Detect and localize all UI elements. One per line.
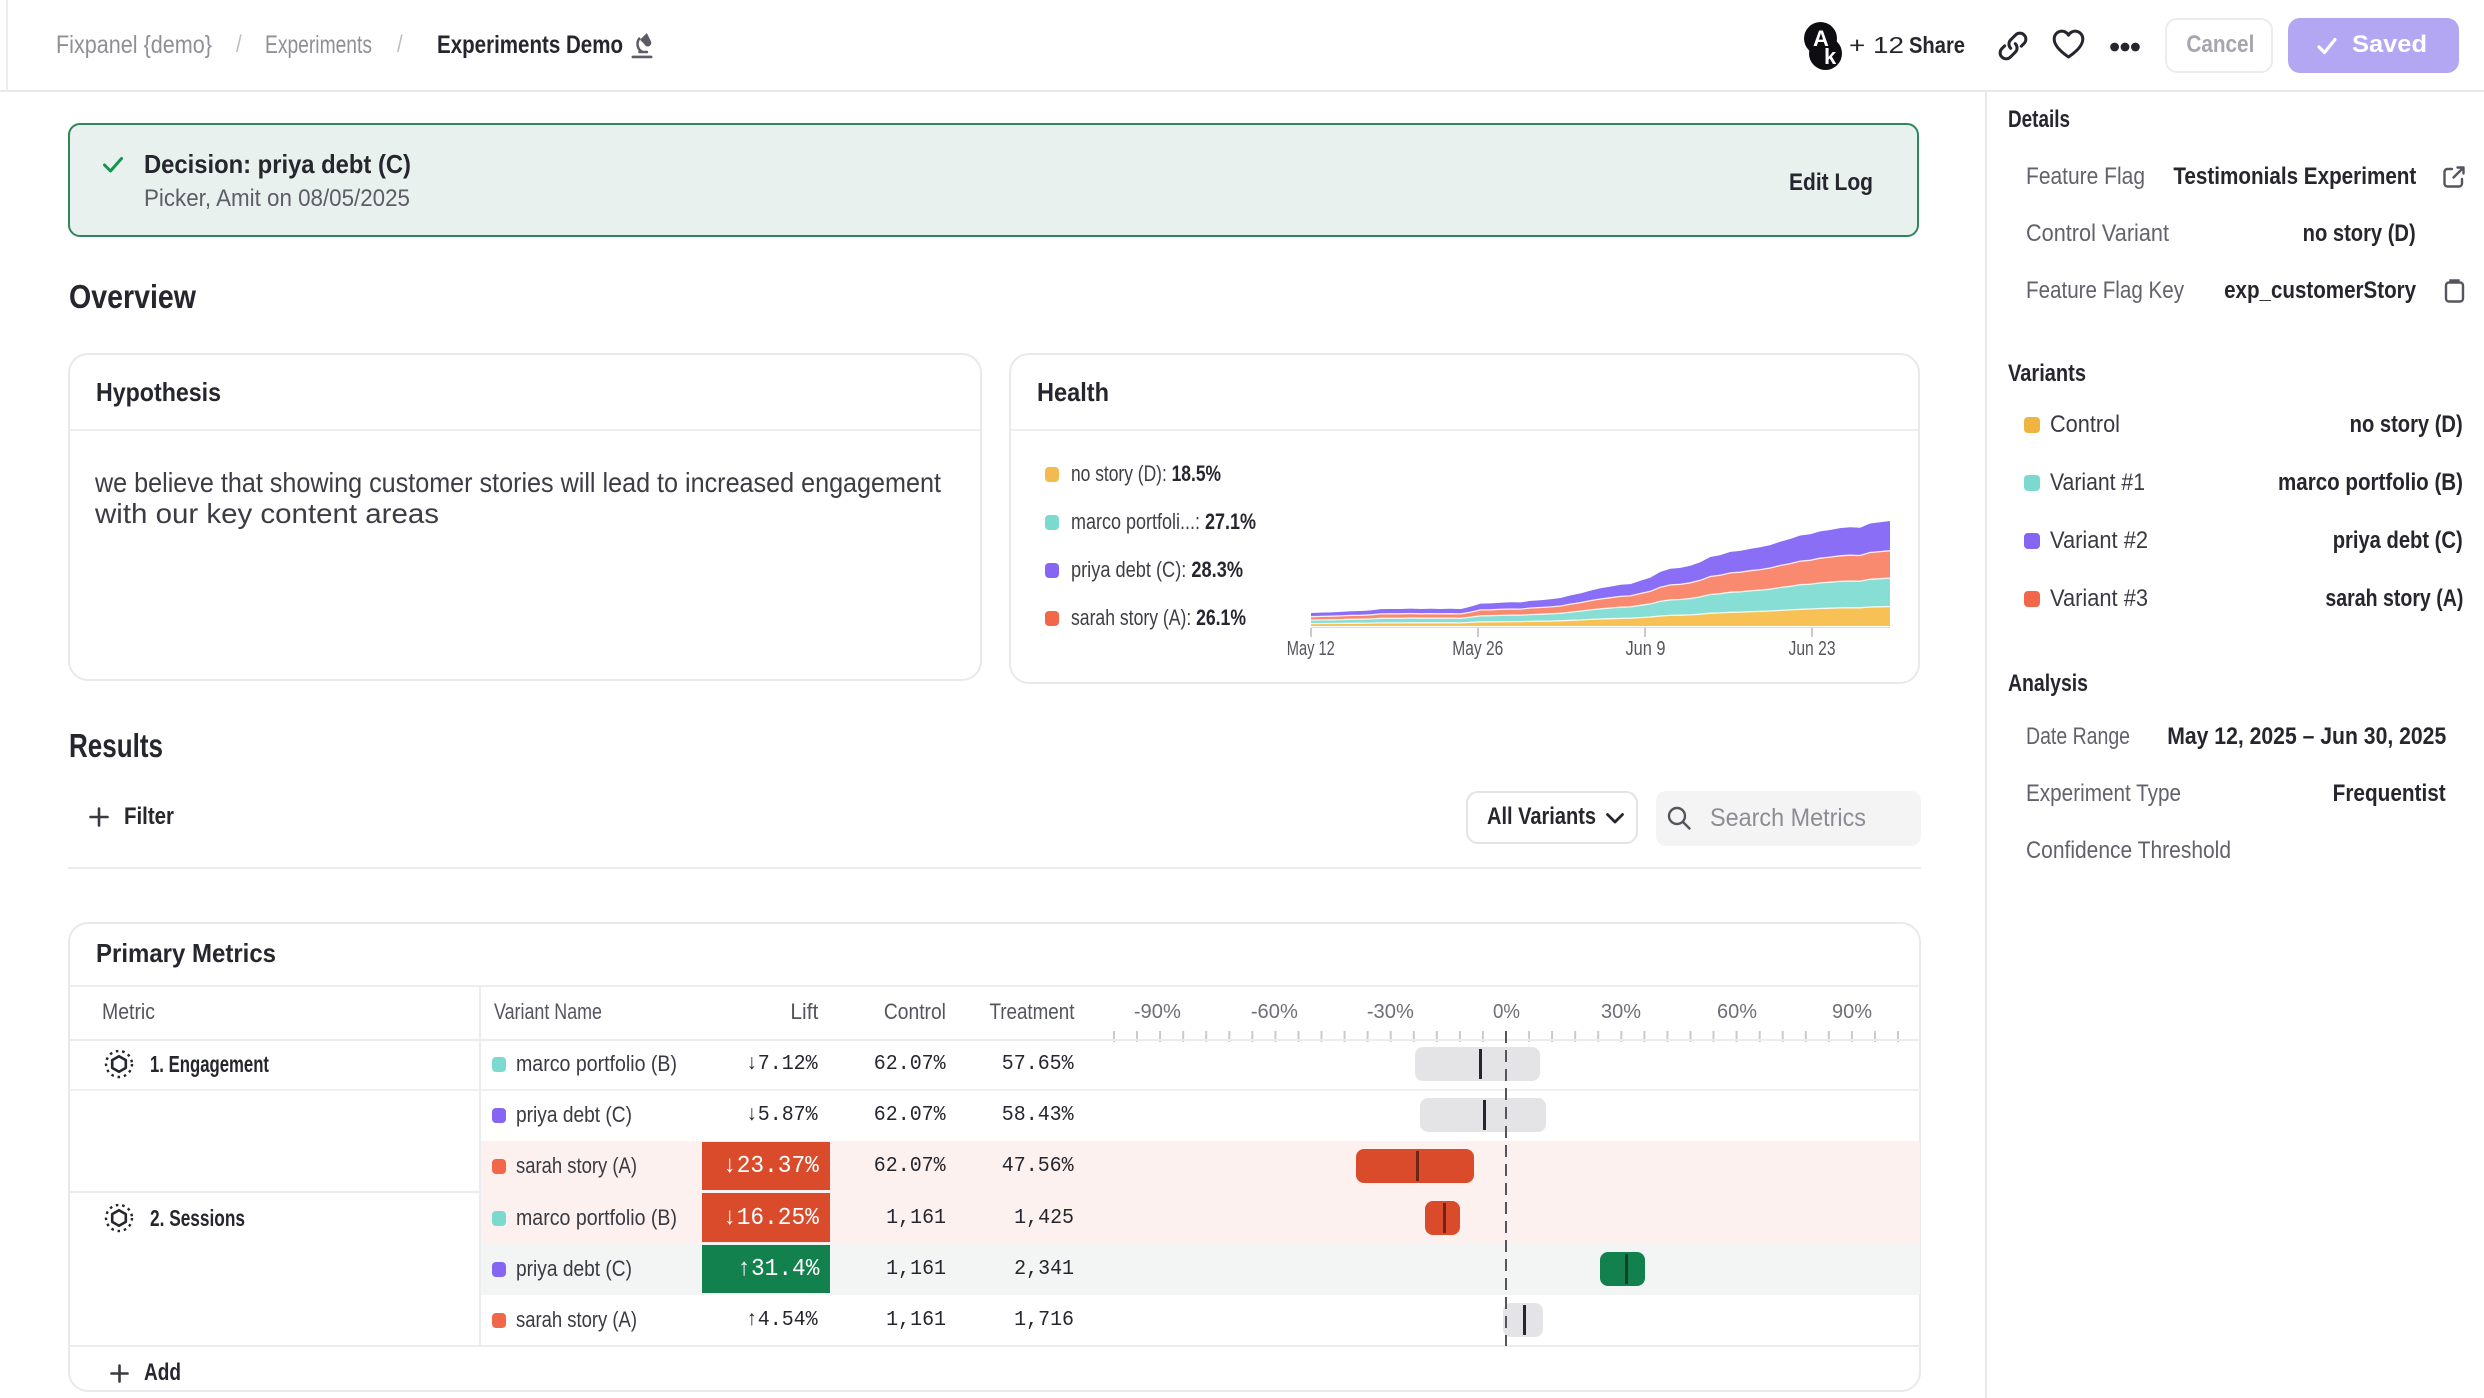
svg-text:k: k [1824,44,1837,69]
